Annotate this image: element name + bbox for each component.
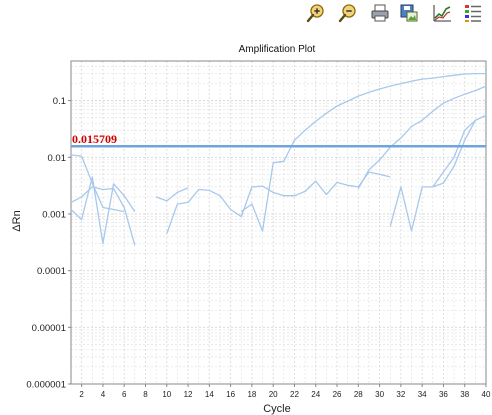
x-tick-label: 28 xyxy=(354,390,363,399)
x-tick-label: 2 xyxy=(79,390,84,399)
x-tick-label: 24 xyxy=(311,390,320,399)
x-tick-label: 18 xyxy=(247,390,256,399)
x-tick-label: 40 xyxy=(482,390,491,399)
amplification-plot: Amplification Plot 0.1 0.01 0.001 0.0001 0.0… xyxy=(11,44,491,415)
y-tick-label: 0.01 xyxy=(48,153,67,164)
x-tick-label: 6 xyxy=(122,390,127,399)
amplification-curve-5 xyxy=(166,171,391,234)
x-tick-label: 20 xyxy=(269,390,278,399)
x-tick-label: 38 xyxy=(460,390,469,399)
amplification-curve-6 xyxy=(240,72,486,232)
amplification-curve-4 xyxy=(155,187,189,202)
y-tick-label: 0.1 xyxy=(53,96,66,107)
threshold-label: 0.015709 xyxy=(72,132,117,146)
x-tick-label: 22 xyxy=(290,390,299,399)
y-tick-label: 0.000001 xyxy=(26,380,66,391)
x-tick-label: 36 xyxy=(439,390,448,399)
x-tick-label: 8 xyxy=(143,390,148,399)
x-tick-label: 16 xyxy=(226,390,235,399)
x-tick-label: 26 xyxy=(333,390,342,399)
grid xyxy=(71,60,487,385)
y-tick-label: 0.00001 xyxy=(32,323,66,334)
chart-title: Amplification Plot xyxy=(239,44,316,55)
y-tick-label: 0.0001 xyxy=(37,266,66,277)
x-axis: 2 4 6 8 10 12 14 16 18 20 22 24 26 28 30 32 34 36 38 40 xyxy=(79,384,491,399)
x-tick-label: 10 xyxy=(162,390,171,399)
amplification-curve-1 xyxy=(70,154,125,213)
x-tick-label: 4 xyxy=(101,390,106,399)
x-tick-label: 34 xyxy=(418,390,427,399)
y-tick-label: 0.001 xyxy=(42,209,66,220)
y-axis: 0.1 0.01 0.001 0.0001 0.00001 0.000001 xyxy=(26,96,71,391)
x-tick-label: 14 xyxy=(205,390,214,399)
x-tick-label: 30 xyxy=(375,390,384,399)
x-axis-label: Cycle xyxy=(263,403,291,415)
y-axis-label: ΔRn xyxy=(11,210,23,231)
x-tick-label: 32 xyxy=(396,390,405,399)
x-tick-label: 12 xyxy=(184,390,193,399)
